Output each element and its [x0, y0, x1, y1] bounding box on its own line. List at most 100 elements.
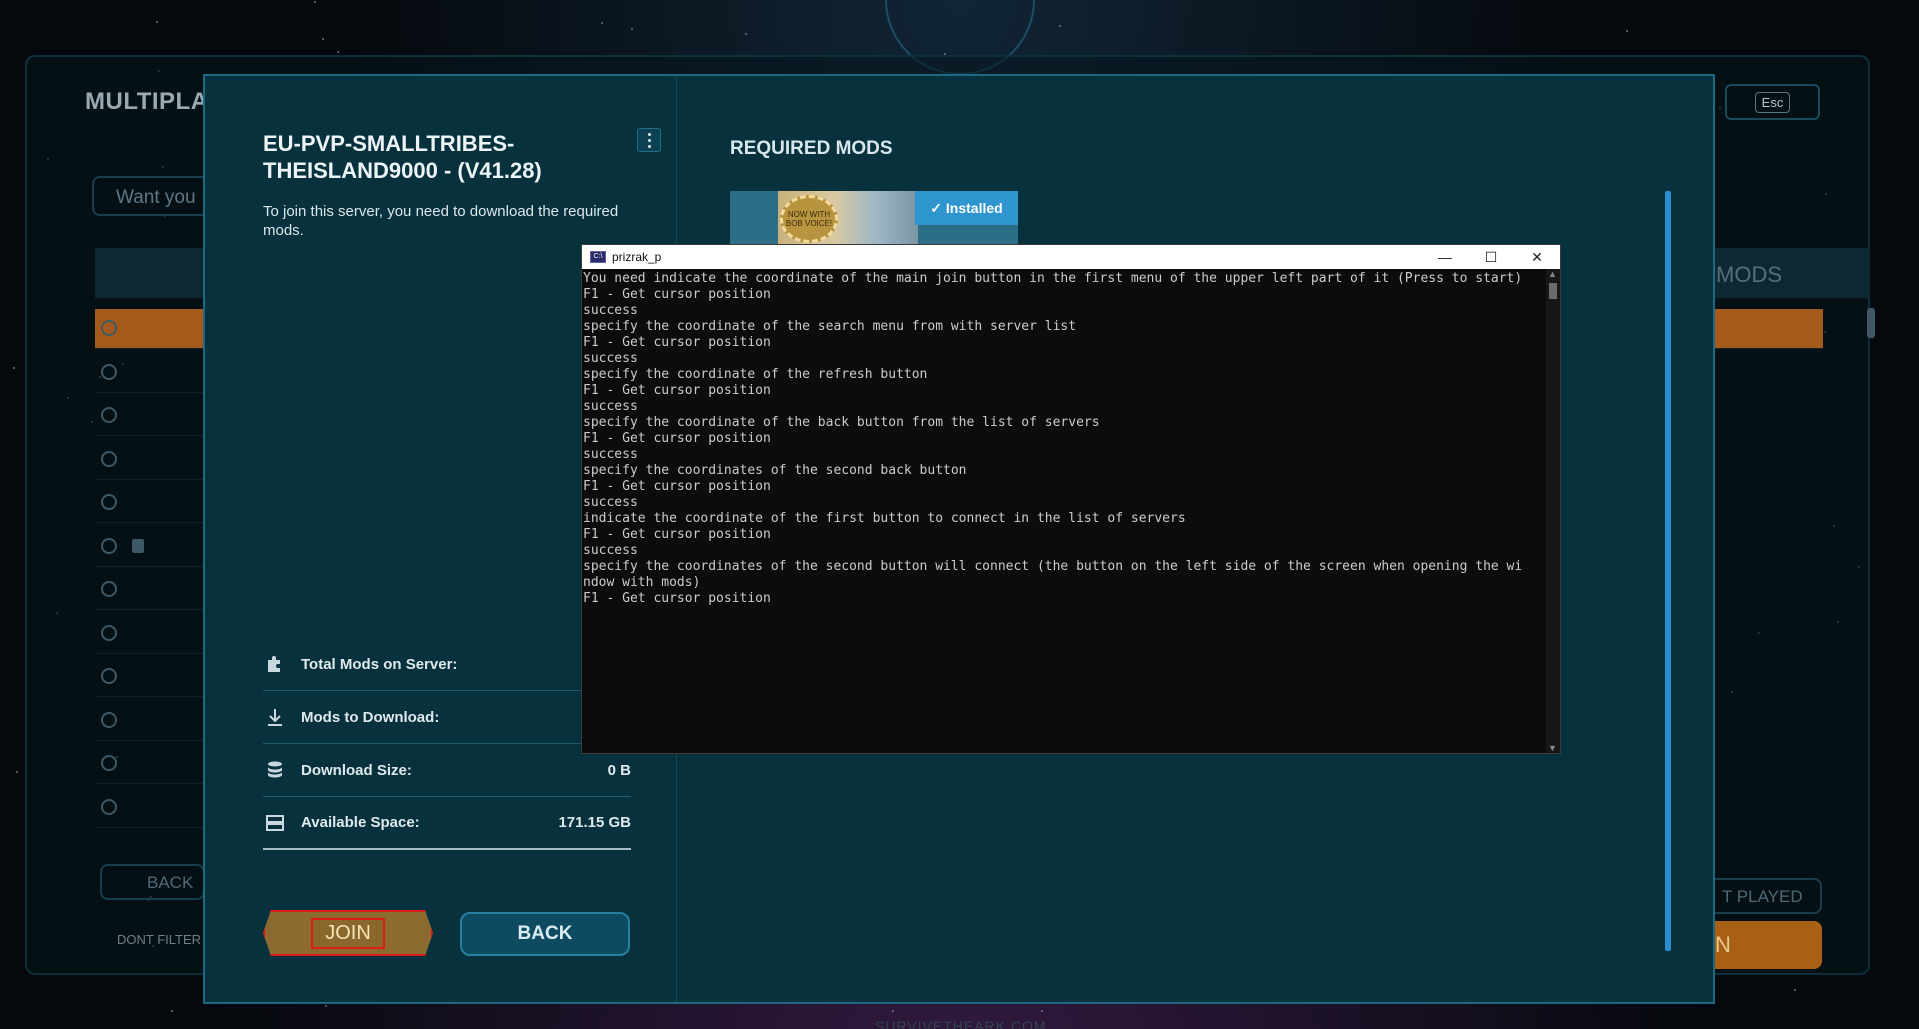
background-join-button[interactable]: N: [1700, 921, 1822, 969]
star: [16, 771, 19, 774]
console-line: F1 - Get cursor position: [583, 335, 771, 350]
console-line: F1 - Get cursor position: [583, 431, 771, 446]
console-line: specify the coordinate of the search men…: [583, 319, 1077, 334]
server-stats: Total Mods on Server: Mods to Download: …: [263, 638, 631, 850]
star: [156, 21, 159, 24]
stat-label: Download Size:: [301, 761, 412, 779]
star: [170, 1010, 173, 1013]
star: [336, 51, 339, 54]
last-played-button[interactable]: T PLAYED: [1700, 878, 1822, 914]
background-server-row-right[interactable]: [1713, 309, 1823, 349]
database-icon: [265, 760, 285, 780]
mod-badge-label: NOW WITH BOB VOICE!: [780, 195, 838, 243]
background-server-row[interactable]: [95, 614, 205, 654]
join-button[interactable]: JOIN: [263, 910, 433, 956]
console-line: success: [583, 543, 638, 558]
minimize-icon[interactable]: —: [1422, 245, 1468, 269]
console-line: success: [583, 495, 638, 510]
star: [325, 1005, 328, 1008]
storage-icon: [265, 813, 285, 833]
console-line: specify the coordinates of the second bu…: [583, 559, 1523, 574]
server-status-icon: [101, 755, 117, 771]
console-line: ndow with mods): [583, 575, 701, 590]
server-status-icon: [101, 711, 117, 728]
star: [744, 32, 747, 35]
console-window: C:\ prizrak_p — ☐ ✕ You need indicate th…: [581, 244, 1561, 754]
stat-mods-to-download: Mods to Download:: [263, 691, 631, 744]
server-status-icon: [101, 494, 117, 510]
server-status-icon: [101, 320, 117, 336]
lock-icon: [132, 538, 144, 553]
console-line: specify the coordinate of the back butto…: [583, 415, 1100, 430]
server-status-icon: [101, 581, 117, 597]
background-server-row[interactable]: [95, 353, 205, 393]
server-status-icon: [101, 624, 117, 641]
server-name: EU-PVP-SMALLTRIBES-THEISLAND9000 - (V41.…: [263, 131, 542, 183]
stat-label: Mods to Download:: [301, 708, 440, 726]
back-button[interactable]: BACK: [460, 912, 630, 956]
puzzle-icon: [265, 654, 285, 674]
server-status-icon: [101, 537, 117, 554]
stat-download-size: Download Size: 0 B: [263, 744, 631, 797]
star: [322, 38, 325, 41]
console-line: success: [583, 447, 638, 462]
console-line: specify the coordinate of the refresh bu…: [583, 367, 928, 382]
mods-scrollbar[interactable]: [1665, 191, 1671, 951]
console-scrollbar[interactable]: ▲ ▼: [1546, 269, 1560, 753]
scroll-thumb[interactable]: [1549, 283, 1557, 299]
server-status-icon: [101, 407, 117, 423]
background-server-row[interactable]: [95, 527, 205, 567]
background-server-row[interactable]: [95, 788, 205, 828]
console-app-icon: C:\: [590, 251, 606, 263]
server-status-icon: [101, 798, 117, 815]
star: [891, 1010, 894, 1013]
required-mods-title: REQUIRED MODS: [730, 138, 893, 159]
star: [314, 0, 317, 3]
console-line: F1 - Get cursor position: [583, 287, 771, 302]
star: [631, 28, 634, 31]
console-line: specify the coordinates of the second ba…: [583, 463, 967, 478]
stat-value: 171.15 GB: [558, 814, 631, 831]
star: [13, 366, 16, 369]
stat-label: Total Mods on Server:: [301, 655, 458, 673]
console-line: success: [583, 399, 638, 414]
console-titlebar[interactable]: C:\ prizrak_p — ☐ ✕: [582, 245, 1560, 269]
background-back-button[interactable]: BACK: [100, 864, 205, 900]
console-output[interactable]: You need indicate the coordinate of the …: [582, 269, 1546, 753]
close-icon[interactable]: ✕: [1514, 245, 1560, 269]
background-server-row[interactable]: [95, 483, 205, 523]
scroll-up-icon[interactable]: ▲: [1548, 269, 1557, 279]
download-icon: [265, 707, 285, 727]
background-server-row[interactable]: [95, 744, 205, 784]
console-line: F1 - Get cursor position: [583, 383, 771, 398]
installed-badge: ✓ Installed: [915, 191, 1018, 225]
maximize-icon[interactable]: ☐: [1468, 245, 1514, 269]
star: [1041, 1009, 1044, 1012]
stat-value: 0 B: [607, 761, 631, 779]
footer-url: SURVIVETHEARK.COM: [875, 1018, 1047, 1029]
console-line: F1 - Get cursor position: [583, 591, 771, 606]
esc-button[interactable]: Esc: [1725, 84, 1820, 120]
join-button-label: JOIN: [311, 918, 385, 949]
console-line: success: [583, 303, 638, 318]
console-line: You need indicate the coordinate of the …: [583, 271, 1523, 286]
background-server-row[interactable]: [95, 570, 205, 610]
console-line: F1 - Get cursor position: [583, 527, 771, 542]
server-status-icon: [101, 363, 117, 380]
console-line: success: [583, 351, 638, 366]
console-line: indicate the coordinate of the first but…: [583, 511, 1186, 526]
stat-total-mods: Total Mods on Server:: [263, 638, 631, 691]
mod-card[interactable]: NOW WITH BOB VOICE! ✓ Installed: [730, 191, 1018, 245]
join-description: To join this server, you need to downloa…: [263, 203, 619, 239]
background-server-row[interactable]: [95, 396, 205, 436]
background-server-row[interactable]: [95, 701, 205, 741]
more-options-icon[interactable]: [637, 128, 661, 152]
server-status-icon: [101, 450, 117, 467]
star: [1793, 989, 1796, 992]
background-server-row[interactable]: [95, 309, 205, 349]
scroll-down-icon[interactable]: ▼: [1548, 743, 1557, 753]
star: [1059, 24, 1062, 27]
background-server-row[interactable]: [95, 440, 205, 480]
server-list-scrollbar[interactable]: [1867, 308, 1875, 338]
background-server-row[interactable]: [95, 657, 205, 697]
